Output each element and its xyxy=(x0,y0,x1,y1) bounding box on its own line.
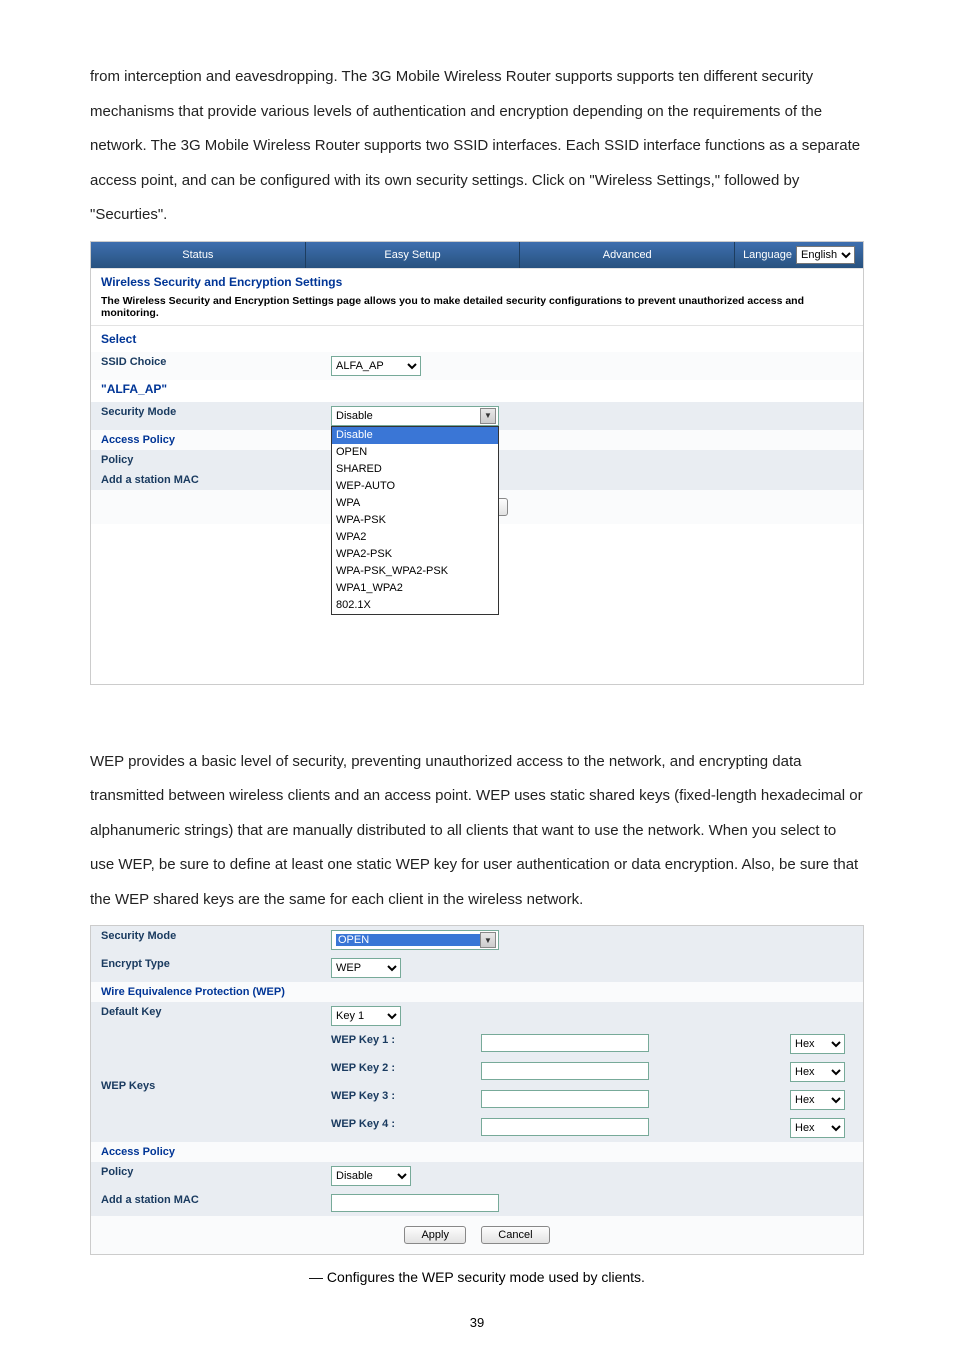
paragraph-1: from interception and eavesdropping. The… xyxy=(90,60,864,233)
security-panel-2: Security Mode OPEN ▼ Encrypt Type WEP Wi… xyxy=(90,925,864,1255)
wep-key-4-input[interactable] xyxy=(481,1118,649,1136)
option-wpa2[interactable]: WPA2 xyxy=(332,529,498,546)
access-policy-label-2: Access Policy xyxy=(91,1142,863,1162)
language-switcher: Language English xyxy=(735,246,863,264)
tab-easy-setup[interactable]: Easy Setup xyxy=(306,242,521,268)
wep-key-3-type[interactable]: Hex xyxy=(790,1090,845,1110)
option-shared[interactable]: SHARED xyxy=(332,461,498,478)
wep-key-4-type[interactable]: Hex xyxy=(790,1118,845,1138)
policy-select[interactable]: Disable xyxy=(331,1166,411,1186)
wep-key-2-type[interactable]: Hex xyxy=(790,1062,845,1082)
default-key-label: Default Key xyxy=(91,1002,321,1030)
option-8021x[interactable]: 802.1X xyxy=(332,597,498,614)
section-note: The Wireless Security and Encryption Set… xyxy=(91,295,863,325)
default-key-select[interactable]: Key 1 xyxy=(331,1006,401,1026)
option-open[interactable]: OPEN xyxy=(332,444,498,461)
page-number: 39 xyxy=(90,1315,864,1330)
add-station-mac-label-2: Add a station MAC xyxy=(91,1190,321,1216)
wep-key-1-type[interactable]: Hex xyxy=(790,1034,845,1054)
security-mode-select-2[interactable]: OPEN ▼ xyxy=(331,930,499,950)
wep-key-4-label: WEP Key 4 : xyxy=(321,1114,471,1142)
apply-button-2[interactable]: Apply xyxy=(404,1226,466,1244)
add-station-mac-label: Add a station MAC xyxy=(91,470,321,490)
paragraph-2: WEP provides a basic level of security, … xyxy=(90,745,864,918)
tab-bar: Status Easy Setup Advanced Language Engl… xyxy=(91,242,863,268)
select-header: Select xyxy=(91,325,863,352)
language-select[interactable]: English xyxy=(796,246,855,264)
section-title: Wireless Security and Encryption Setting… xyxy=(91,268,863,295)
encrypt-type-select[interactable]: WEP xyxy=(331,958,401,978)
tab-status[interactable]: Status xyxy=(91,242,306,268)
option-wpa1-wpa2[interactable]: WPA1_WPA2 xyxy=(332,580,498,597)
security-panel-1: Status Easy Setup Advanced Language Engl… xyxy=(90,241,864,685)
wep-key-2-label: WEP Key 2 : xyxy=(321,1058,471,1086)
wep-key-3-label: WEP Key 3 : xyxy=(321,1086,471,1114)
encrypt-type-label: Encrypt Type xyxy=(91,954,321,982)
language-label: Language xyxy=(743,249,792,261)
security-mode-label-2: Security Mode xyxy=(91,926,321,954)
security-mode-label: Security Mode xyxy=(91,402,321,430)
wep-key-1-label: WEP Key 1 : xyxy=(321,1030,471,1058)
ssid-name: "ALFA_AP" xyxy=(91,380,863,402)
security-mode-options: Disable OPEN SHARED WEP-AUTO WPA WPA-PSK… xyxy=(331,426,499,615)
wep-keys-label: WEP Keys xyxy=(91,1030,321,1142)
ssid-choice-label: SSID Choice xyxy=(91,352,321,380)
security-mode-value-2: OPEN xyxy=(336,934,480,946)
wep-key-3-input[interactable] xyxy=(481,1090,649,1108)
figure-caption: — Configures the WEP security mode used … xyxy=(90,1269,864,1285)
add-station-mac-input[interactable] xyxy=(331,1194,499,1212)
ssid-choice-select[interactable]: ALFA_AP xyxy=(331,356,421,376)
chevron-down-icon: ▼ xyxy=(480,408,496,424)
tab-advanced[interactable]: Advanced xyxy=(520,242,735,268)
cancel-button[interactable]: Cancel xyxy=(481,1226,549,1244)
option-disable[interactable]: Disable xyxy=(332,427,498,444)
wep-key-2-input[interactable] xyxy=(481,1062,649,1080)
option-wpa-psk[interactable]: WPA-PSK xyxy=(332,512,498,529)
policy-label: Policy xyxy=(91,450,321,470)
chevron-down-icon: ▼ xyxy=(480,932,496,948)
wep-key-1-input[interactable] xyxy=(481,1034,649,1052)
security-mode-value: Disable xyxy=(336,410,373,422)
access-policy-label: Access Policy xyxy=(91,430,321,450)
option-wpa2-psk[interactable]: WPA2-PSK xyxy=(332,546,498,563)
security-mode-dropdown[interactable]: Disable ▼ Disable OPEN SHARED WEP-AUTO W… xyxy=(331,406,499,426)
option-wpa-psk-wpa2-psk[interactable]: WPA-PSK_WPA2-PSK xyxy=(332,563,498,580)
option-wep-auto[interactable]: WEP-AUTO xyxy=(332,478,498,495)
wep-section-title: Wire Equivalence Protection (WEP) xyxy=(91,982,863,1002)
policy-label-2: Policy xyxy=(91,1162,321,1190)
option-wpa[interactable]: WPA xyxy=(332,495,498,512)
